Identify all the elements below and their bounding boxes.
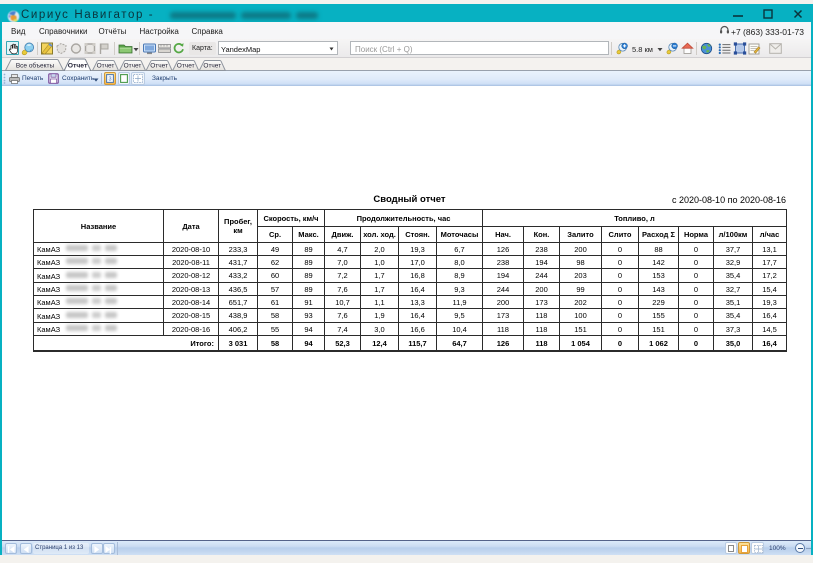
svg-text:Отчет: Отчет [68,63,88,70]
svg-text:Отчет: Отчет [97,63,115,70]
svg-text:Отчет: Отчет [177,63,195,70]
svg-text:3: 3 [108,77,111,83]
svg-text:Отчет: Отчет [203,63,221,70]
svg-text:Отчет: Отчет [150,63,168,70]
svg-text:Все объекты: Все объекты [16,62,55,70]
svg-text:Отчет: Отчет [124,63,142,70]
